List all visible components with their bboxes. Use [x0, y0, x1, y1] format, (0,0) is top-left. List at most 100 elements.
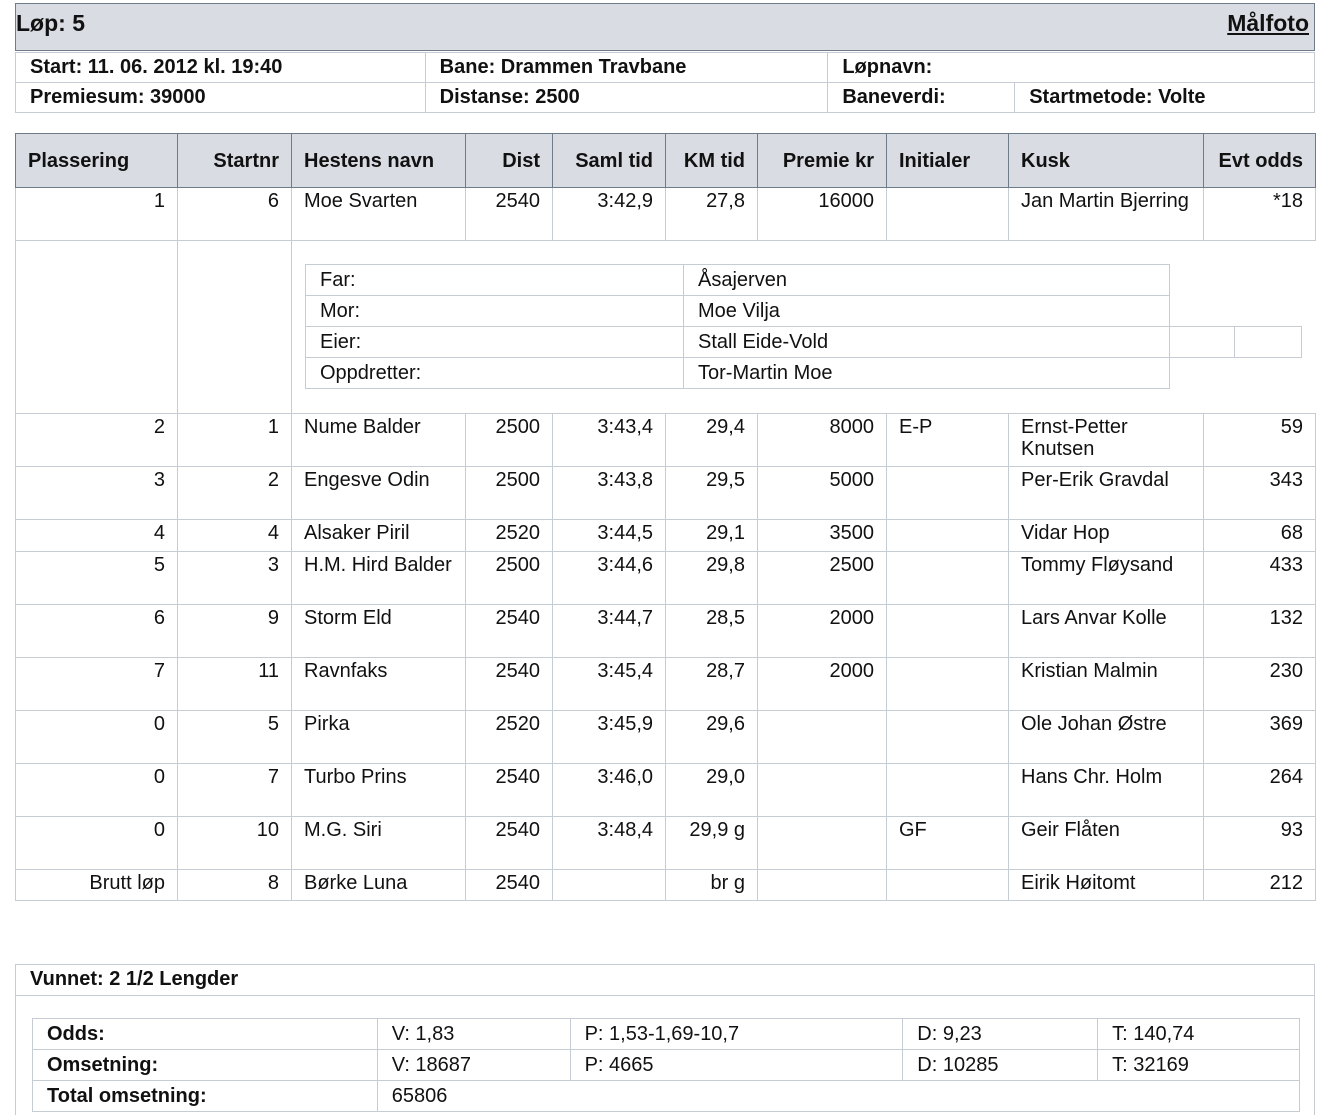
cell-premie: 2000	[757, 657, 887, 711]
cell-saml-tid	[552, 869, 666, 901]
table-row[interactable]: 5 3 H.M. Hird Balder 2500 3:44,6 29,8 25…	[15, 551, 1316, 605]
cell-saml-tid: 3:46,0	[552, 763, 666, 817]
cell-startnr: 5	[177, 710, 292, 764]
cell-initialer	[886, 657, 1009, 711]
cell-dist: 2520	[465, 519, 553, 552]
cell-km-tid: 29,9 g	[665, 816, 758, 870]
turnover-t: T: 32169	[1097, 1049, 1300, 1081]
results-table: Plassering Startnr Hestens navn Dist Sam…	[15, 133, 1316, 901]
cell-odds: 369	[1203, 710, 1316, 764]
cell-horse-name: Pirka	[291, 710, 466, 764]
cell-odds: 433	[1203, 551, 1316, 605]
cell-km-tid: 28,7	[665, 657, 758, 711]
table-row[interactable]: Brutt løp 8 Børke Luna 2540 br g Eirik H…	[15, 869, 1316, 901]
odds-v: V: 1,83	[376, 1018, 571, 1050]
col-odds: Evt odds	[1203, 133, 1316, 188]
odds-t: T: 140,74	[1097, 1018, 1300, 1050]
pedigree-value-eier: Stall Eide-Vold	[683, 326, 1170, 358]
cell-place: 0	[15, 763, 178, 817]
table-row[interactable]: 0 7 Turbo Prins 2540 3:46,0 29,0 Hans Ch…	[15, 763, 1316, 817]
cell-km-tid: 29,5	[665, 466, 758, 520]
cell-horse-name: Nume Balder	[291, 413, 466, 467]
cell-horse-name: Turbo Prins	[291, 763, 466, 817]
turnover-d: D: 10285	[902, 1049, 1099, 1081]
turnover-v: V: 18687	[376, 1049, 571, 1081]
cell-premie: 2500	[757, 551, 887, 605]
cell-saml-tid: 3:43,8	[552, 466, 666, 520]
table-row[interactable]: 0 5 Pirka 2520 3:45,9 29,6 Ole Johan Øst…	[15, 710, 1316, 764]
cell-kusk: Lars Anvar Kolle	[1008, 604, 1204, 658]
cell-initialer	[886, 604, 1009, 658]
table-row[interactable]: 1 6 Moe Svarten 2540 3:42,9 27,8 16000 J…	[15, 187, 1316, 241]
cell-premie	[757, 763, 887, 817]
cell-premie: 8000	[757, 413, 887, 467]
winning-margin: Vunnet: 2 1/2 Lengder	[30, 968, 239, 990]
table-row[interactable]: 0 10 M.G. Siri 2540 3:48,4 29,9 g GF Gei…	[15, 816, 1316, 870]
table-row[interactable]: 6 9 Storm Eld 2540 3:44,7 28,5 2000 Lars…	[15, 604, 1316, 658]
cell-initialer: GF	[886, 816, 1009, 870]
total-turnover-value: 65806	[376, 1080, 1301, 1112]
cell-place: 3	[15, 466, 178, 520]
cell-odds: 230	[1203, 657, 1316, 711]
col-km-tid: KM tid	[665, 133, 758, 188]
cell-place: 4	[15, 519, 178, 552]
track-name: Bane: Drammen Travbane	[424, 52, 829, 83]
cell-saml-tid: 3:44,5	[552, 519, 666, 552]
turnover-label: Omsetning:	[32, 1049, 378, 1081]
table-row[interactable]: 3 2 Engesve Odin 2500 3:43,8 29,5 5000 P…	[15, 466, 1316, 520]
cell-place: 1	[15, 187, 178, 241]
cell-startnr: 1	[177, 413, 292, 467]
cell-horse-name: Storm Eld	[291, 604, 466, 658]
cell-initialer	[886, 869, 1009, 901]
cell-horse-name: M.G. Siri	[291, 816, 466, 870]
cell-km-tid: 29,0	[665, 763, 758, 817]
table-row[interactable]: 4 4 Alsaker Piril 2520 3:44,5 29,1 3500 …	[15, 519, 1316, 552]
cell-kusk: Ole Johan Østre	[1008, 710, 1204, 764]
cell-km-tid: 27,8	[665, 187, 758, 241]
cell-kusk: Jan Martin Bjerring	[1008, 187, 1204, 241]
cell-kusk: Geir Flåten	[1008, 816, 1204, 870]
col-saml-tid: Saml tid	[552, 133, 666, 188]
cell-initialer	[886, 466, 1009, 520]
cell-odds: 264	[1203, 763, 1316, 817]
cell-startnr: 6	[177, 187, 292, 241]
pedigree-extra-cell	[1169, 326, 1302, 358]
cell-odds: *18	[1203, 187, 1316, 241]
pedigree-label-eier: Eier:	[305, 326, 684, 358]
cell-km-tid: 29,1	[665, 519, 758, 552]
table-row[interactable]: 7 11 Ravnfaks 2540 3:45,4 28,7 2000 Kris…	[15, 657, 1316, 711]
cell-initialer	[886, 187, 1009, 241]
cell-kusk: Vidar Hop	[1008, 519, 1204, 552]
cell-place: 2	[15, 413, 178, 467]
race-info-table: Start: 11. 06. 2012 kl. 19:40 Bane: Dram…	[15, 52, 1315, 113]
cell-initialer: E-P	[886, 413, 1009, 467]
cell-km-tid: 29,6	[665, 710, 758, 764]
cell-startnr: 10	[177, 816, 292, 870]
cell-km-tid: 29,8	[665, 551, 758, 605]
cell-saml-tid: 3:45,4	[552, 657, 666, 711]
cell-startnr: 2	[177, 466, 292, 520]
start-method: Startmetode: Volte	[1014, 82, 1315, 113]
odds-label: Odds:	[32, 1018, 378, 1050]
cell-km-tid: br g	[665, 869, 758, 901]
cell-kusk: Tommy Fløysand	[1008, 551, 1204, 605]
photo-finish-link[interactable]: Målfoto	[1227, 10, 1309, 37]
cell-odds: 343	[1203, 466, 1316, 520]
cell-km-tid: 29,4	[665, 413, 758, 467]
table-row[interactable]: 2 1 Nume Balder 2500 3:43,4 29,4 8000 E-…	[15, 413, 1316, 467]
pedigree-label-mor: Mor:	[305, 295, 684, 327]
odds-d: D: 9,23	[902, 1018, 1099, 1050]
cell-premie	[757, 869, 887, 901]
cell-horse-name: Engesve Odin	[291, 466, 466, 520]
distance: Distanse: 2500	[424, 82, 829, 113]
cell-premie	[757, 710, 887, 764]
cell-kusk: Kristian Malmin	[1008, 657, 1204, 711]
odds-table: Odds: V: 1,83 P: 1,53-1,69-10,7 D: 9,23 …	[32, 1018, 1301, 1112]
cell-premie	[757, 816, 887, 870]
cell-dist: 2500	[465, 413, 553, 467]
race-name: Løpnavn:	[827, 52, 1315, 83]
col-horse-name: Hestens navn	[291, 133, 466, 188]
cell-dist: 2500	[465, 466, 553, 520]
pedigree-value-mor: Moe Vilja	[683, 295, 1170, 327]
cell-odds: 132	[1203, 604, 1316, 658]
